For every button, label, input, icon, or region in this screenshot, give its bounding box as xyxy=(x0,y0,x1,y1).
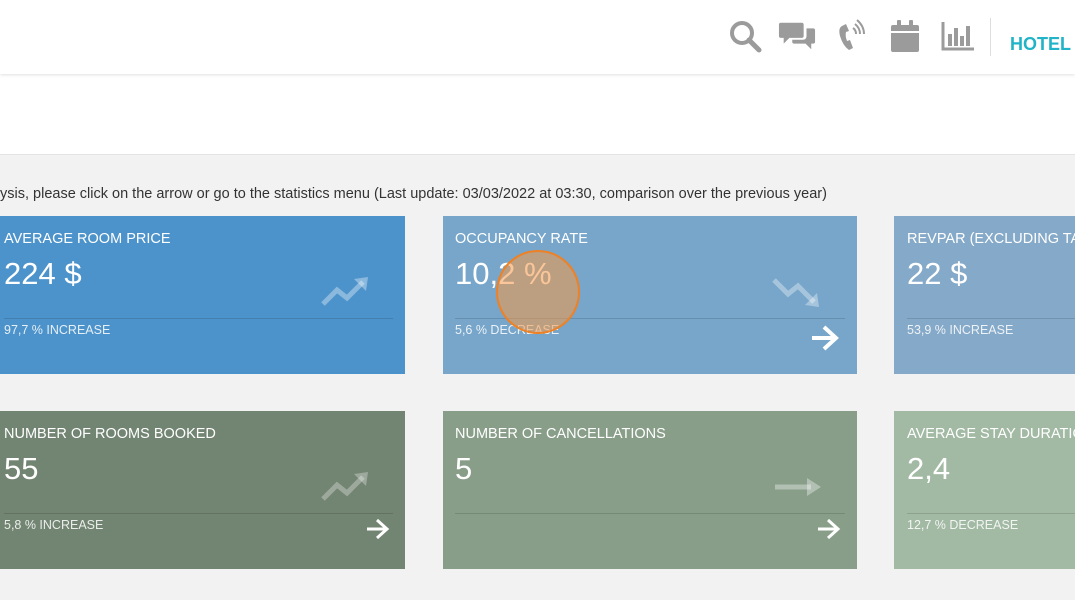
bar-chart-icon[interactable] xyxy=(939,16,977,56)
search-icon[interactable] xyxy=(726,16,764,56)
card-occupancy-rate[interactable]: OCCUPANCY RATE 10,2 % 5,6 % DECREASE xyxy=(443,216,857,374)
hotel-name-link[interactable]: HOTEL S xyxy=(1010,34,1075,55)
header-divider xyxy=(990,18,991,56)
card-value: 22 $ xyxy=(907,256,968,291)
trend-up-icon xyxy=(321,472,368,501)
details-arrow-icon[interactable] xyxy=(809,324,841,352)
calendar-icon[interactable] xyxy=(886,16,924,56)
card-value: 10,2 % xyxy=(455,256,552,291)
trend-up-icon xyxy=(321,277,368,306)
card-title: AVERAGE STAY DURATIO xyxy=(907,426,1075,442)
card-value: 55 xyxy=(4,451,39,486)
top-bar: HOTEL S xyxy=(0,0,1075,74)
card-change: 12,7 % DECREASE xyxy=(907,518,1019,532)
card-separator xyxy=(907,513,1075,514)
details-arrow-icon[interactable] xyxy=(816,517,842,541)
sub-header xyxy=(0,74,1075,155)
statistics-info-text: ysis, please click on the arrow or go to… xyxy=(0,186,827,202)
card-value: 224 $ xyxy=(4,256,82,291)
details-arrow-icon[interactable] xyxy=(365,517,391,541)
card-rooms-booked[interactable]: NUMBER OF ROOMS BOOKED 55 5,8 % INCREASE xyxy=(0,411,405,569)
card-separator xyxy=(4,513,393,514)
trend-flat-icon xyxy=(775,478,821,496)
trend-down-icon xyxy=(772,278,819,307)
card-average-room-price[interactable]: AVERAGE ROOM PRICE 224 $ 97,7 % INCREASE xyxy=(0,216,405,374)
card-value: 2,4 xyxy=(907,451,951,486)
card-value: 5 xyxy=(455,451,473,486)
card-separator xyxy=(455,318,845,319)
card-change: 97,7 % INCREASE xyxy=(4,323,111,337)
card-title: NUMBER OF CANCELLATIONS xyxy=(455,426,666,442)
card-separator xyxy=(455,513,845,514)
card-separator xyxy=(4,318,393,319)
card-revpar[interactable]: REVPAR (EXCLUDING TAX 22 $ 53,9 % INCREA… xyxy=(894,216,1075,374)
card-title: AVERAGE ROOM PRICE xyxy=(4,231,171,247)
card-change: 53,9 % INCREASE xyxy=(907,323,1014,337)
card-separator xyxy=(907,318,1075,319)
card-title: REVPAR (EXCLUDING TAX xyxy=(907,231,1075,247)
card-title: NUMBER OF ROOMS BOOKED xyxy=(4,426,216,442)
card-change: 5,6 % DECREASE xyxy=(455,323,560,337)
comments-icon[interactable] xyxy=(778,16,816,56)
card-title: OCCUPANCY RATE xyxy=(455,231,588,247)
phone-icon[interactable] xyxy=(832,16,870,56)
card-cancellations[interactable]: NUMBER OF CANCELLATIONS 5 xyxy=(443,411,857,569)
card-average-stay-duration[interactable]: AVERAGE STAY DURATIO 2,4 12,7 % DECREASE xyxy=(894,411,1075,569)
card-change: 5,8 % INCREASE xyxy=(4,518,104,532)
